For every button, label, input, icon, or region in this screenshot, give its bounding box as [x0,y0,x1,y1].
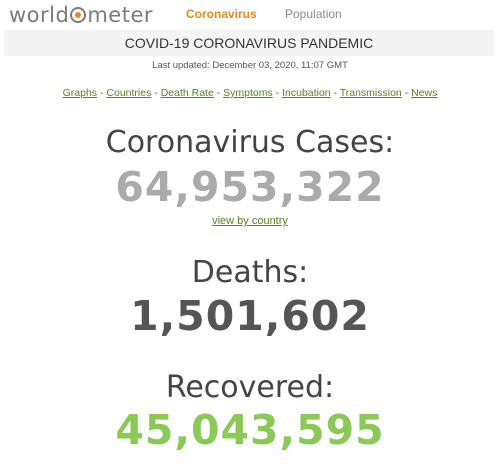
link-separator: - [272,87,283,99]
link-graphs[interactable]: Graphs [63,87,97,99]
link-separator: - [151,87,161,99]
section-links: Graphs - Countries - Death Rate - Sympto… [0,87,500,99]
recovered-count: 45,043,595 [115,406,385,454]
link-separator: - [330,87,340,99]
link-countries[interactable]: Countries [106,87,151,99]
deaths-count: 1,501,602 [130,292,370,340]
last-updated: Last updated: December 03, 2020, 11:07 G… [152,60,348,71]
logo-o-icon [70,7,87,23]
link-death-rate[interactable]: Death Rate [161,87,214,99]
cases-count: 64,953,322 [115,163,385,211]
link-separator: - [97,87,107,99]
recovered-label: Recovered: [165,370,335,405]
cases-label: Coronavirus Cases: [105,125,395,160]
nav-coronavirus[interactable]: Coronavirus [186,7,257,21]
page-title: COVID-19 CORONAVIRUS PANDEMIC [4,30,494,56]
link-transmission[interactable]: Transmission [340,87,402,99]
link-news[interactable]: News [411,87,437,99]
link-incubation[interactable]: Incubation [282,87,330,99]
logo-prefix: world [9,3,70,27]
link-separator: - [401,87,412,99]
page: world meter Coronavirus Population COVID-… [0,0,500,464]
view-by-country-link[interactable]: view by country [212,215,288,227]
view-by-country: view by country [0,215,500,227]
link-separator: - [213,87,224,99]
link-symptoms[interactable]: Symptoms [223,87,273,99]
top-navigation: world meter Coronavirus Population [0,0,500,30]
nav-population[interactable]: Population [285,7,342,21]
logo-suffix: meter [87,3,153,27]
worldometer-logo[interactable]: world meter [9,3,153,27]
deaths-label: Deaths: [191,255,309,290]
